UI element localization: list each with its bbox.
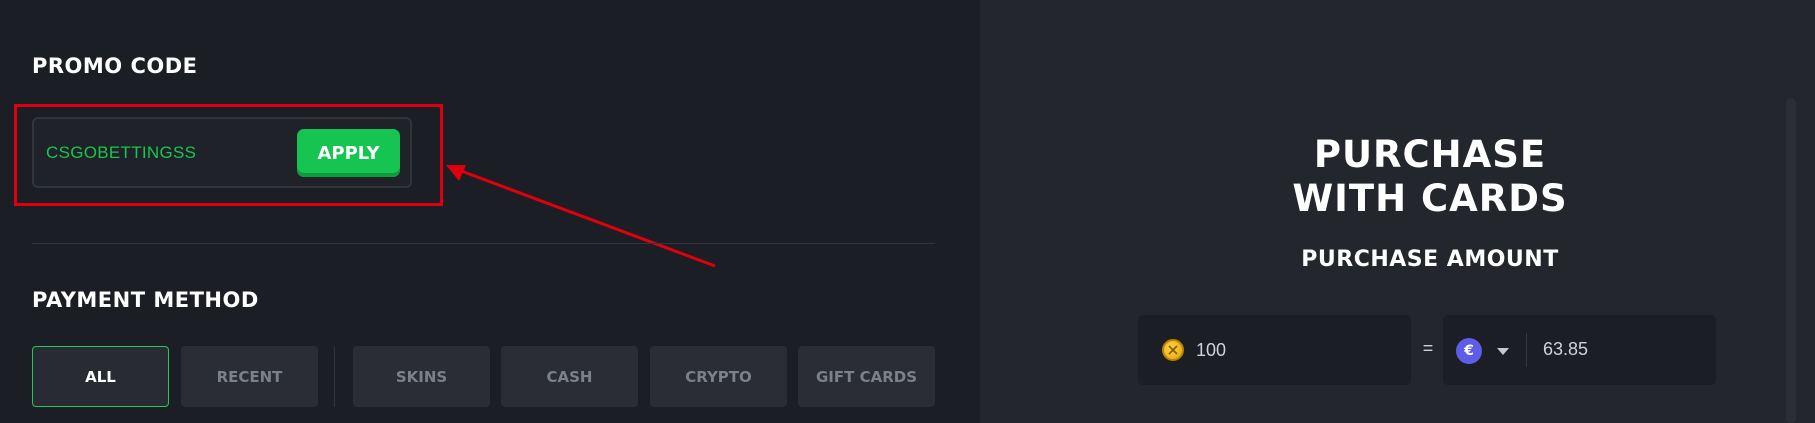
- purchase-heading-line2: WITH CARDS: [1292, 177, 1568, 220]
- scrollbar[interactable]: [1786, 98, 1796, 423]
- tab-cash[interactable]: CASH: [501, 346, 638, 407]
- coin-icon: [1162, 339, 1184, 361]
- tab-crypto[interactable]: CRYPTO: [650, 346, 787, 407]
- currency-separator: [1526, 333, 1527, 367]
- purchase-heading-line1: PURCHASE: [1313, 133, 1547, 176]
- euro-icon[interactable]: €: [1456, 338, 1482, 364]
- promo-code-title: PROMO CODE: [32, 54, 198, 78]
- chevron-down-icon[interactable]: [1497, 348, 1509, 355]
- equals-sign: =: [1422, 338, 1434, 358]
- tab-gift-cards[interactable]: GIFT CARDS: [798, 346, 935, 407]
- currency-amount-value: 63.85: [1543, 339, 1589, 359]
- payment-method-title: PAYMENT METHOD: [32, 288, 259, 312]
- section-divider: [32, 243, 935, 244]
- currency-amount-field[interactable]: € 63.85: [1443, 315, 1716, 385]
- tab-recent[interactable]: RECENT: [181, 346, 318, 407]
- annotation-arrow-icon: [446, 165, 716, 268]
- purchase-heading: PURCHASE WITH CARDS: [1160, 133, 1700, 221]
- tab-skins[interactable]: SKINS: [353, 346, 490, 407]
- coin-amount-field[interactable]: 100: [1138, 315, 1411, 385]
- tab-all[interactable]: ALL: [32, 346, 169, 407]
- coin-amount-value: 100: [1196, 339, 1227, 360]
- annotation-highlight-box: [14, 104, 443, 206]
- tab-separator: [334, 346, 335, 407]
- purchase-amount-label: PURCHASE AMOUNT: [1301, 247, 1559, 272]
